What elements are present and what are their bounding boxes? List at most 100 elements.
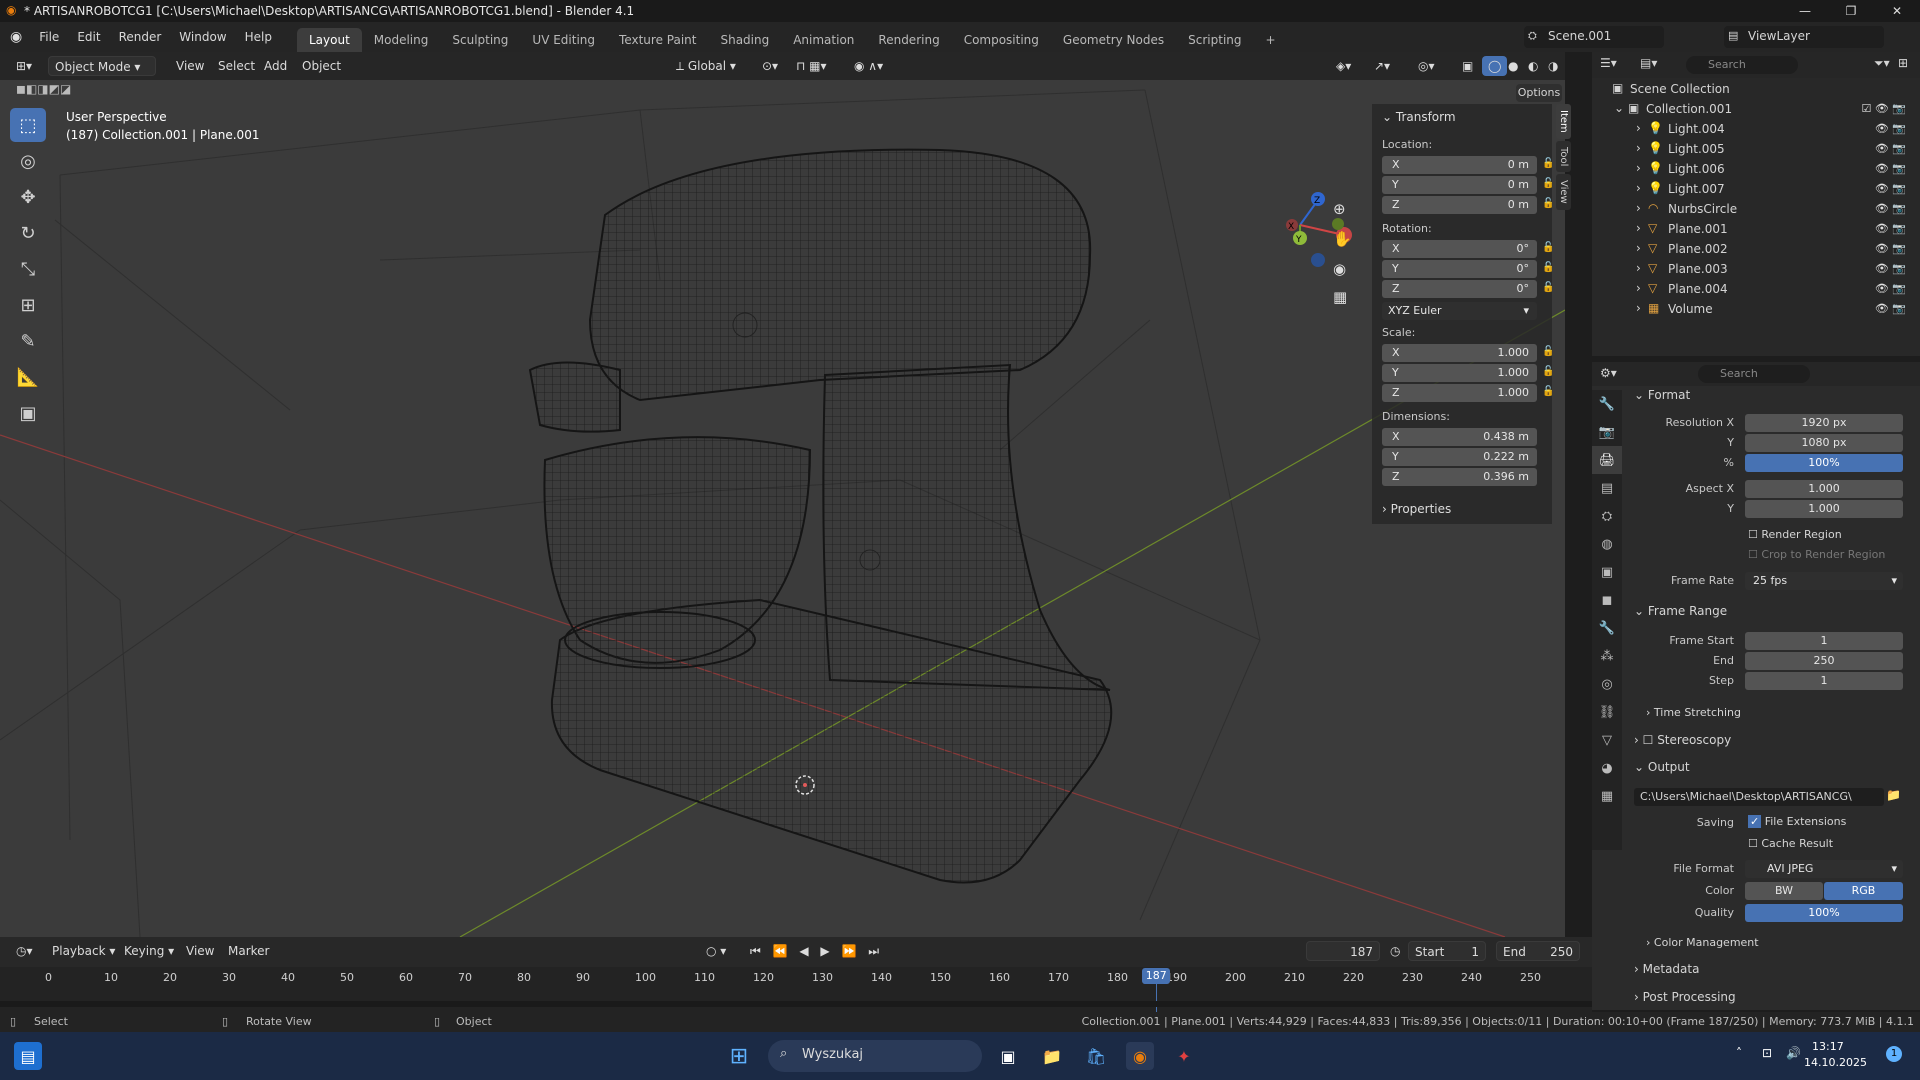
store-icon[interactable]: 🛍 [1082, 1042, 1110, 1070]
particles-tab-icon[interactable]: ⁂ [1592, 642, 1622, 670]
lock-icon[interactable]: 🔓 [1542, 346, 1554, 357]
lock-icon[interactable]: 🔓 [1542, 262, 1554, 273]
expand-icon[interactable]: › [1636, 181, 1641, 195]
visibility-toggles[interactable]: 👁 📷 [1875, 282, 1906, 295]
ortho-grid-icon[interactable]: ▦ [1333, 288, 1347, 306]
object-tab-icon[interactable]: ◼ [1592, 586, 1622, 614]
preview-range-icon[interactable]: ◷ [1384, 941, 1406, 961]
add-workspace-button[interactable]: + [1254, 28, 1288, 52]
add-cube-tool-icon[interactable]: ▣ [10, 396, 46, 430]
expand-icon[interactable]: ⌄ [1614, 101, 1624, 115]
mode-dropdown[interactable]: Object Mode ▾ [48, 56, 156, 76]
view-layer-selector[interactable]: ViewLayer ▤ [1724, 26, 1884, 48]
transform-tool-icon[interactable]: ⊞ [10, 288, 46, 322]
frame-end-field[interactable]: 250 [1745, 652, 1903, 670]
expand-icon[interactable]: › [1636, 221, 1641, 235]
visibility-icon[interactable]: ◈▾ [1330, 56, 1357, 76]
auto-keying-icon[interactable]: ○ ▾ [700, 941, 732, 961]
lock-icon[interactable]: 🔓 [1542, 282, 1554, 293]
outliner-search[interactable]: Search [1686, 56, 1798, 74]
render-tab-icon[interactable]: 📷 [1592, 418, 1622, 446]
move-tool-icon[interactable]: ✥ [10, 180, 46, 214]
scene-collection-row[interactable]: ▣ Scene Collection [1592, 80, 1920, 100]
gizmo-icon[interactable]: ↗▾ [1368, 56, 1396, 76]
tab-animation[interactable]: Animation [781, 28, 866, 52]
app-taskbar-icon[interactable]: ✦ [1170, 1042, 1198, 1070]
timeline-ruler[interactable]: 0 10 20 30 40 50 60 70 80 90 100 110 120 130 140 150 160… [0, 967, 1592, 1012]
outliner-item[interactable]: › 💡 Light.004 👁 📷 [1592, 120, 1920, 140]
lock-icon[interactable]: 🔓 [1542, 178, 1554, 189]
file-extensions-checkbox[interactable]: ✓ File Extensions [1748, 815, 1846, 828]
clock-time[interactable]: 13:17 [1812, 1040, 1844, 1053]
measure-tool-icon[interactable]: 📐 [10, 360, 46, 394]
aspect-y-field[interactable]: 1.000 [1745, 500, 1903, 518]
modifier-tab-icon[interactable]: 🔧 [1592, 614, 1622, 642]
color-bw-button[interactable]: BW [1745, 882, 1823, 900]
cache-result-checkbox[interactable]: ☐ Cache Result [1748, 837, 1833, 850]
collection-row[interactable]: ⌄ ▣ Collection.001 ☑ 👁 📷 [1592, 100, 1920, 120]
file-explorer-icon[interactable]: 📁 [1038, 1042, 1066, 1070]
tab-item[interactable]: Item [1556, 104, 1571, 139]
location-z-field[interactable]: Z 0 m [1382, 196, 1537, 214]
cursor-tool-icon[interactable]: ◎ [10, 144, 46, 178]
camera-view-icon[interactable]: ◉ [1333, 260, 1346, 278]
menu-object[interactable]: Object [296, 56, 347, 76]
rotate-tool-icon[interactable]: ↻ [10, 216, 46, 250]
visibility-toggles[interactable]: 👁 📷 [1875, 182, 1906, 195]
options-button[interactable]: Options [1516, 84, 1562, 102]
snap-icon[interactable]: ⊓ ▦▾ [790, 56, 833, 76]
taskbar-search[interactable]: ⌕ Wyszukaj [768, 1040, 982, 1072]
tab-uv-editing[interactable]: UV Editing [520, 28, 607, 52]
lock-icon[interactable]: 🔓 [1542, 158, 1554, 169]
expand-icon[interactable]: › [1636, 301, 1641, 315]
menu-file[interactable]: File [30, 22, 68, 52]
quality-field[interactable]: 100% [1745, 904, 1903, 922]
render-region-checkbox[interactable]: ☐ Render Region [1748, 528, 1842, 541]
crop-region-checkbox[interactable]: ☐ Crop to Render Region [1748, 548, 1885, 561]
orientation-dropdown[interactable]: ⟂ Global ▾ [670, 56, 742, 76]
physics-tab-icon[interactable]: ◎ [1592, 670, 1622, 698]
menu-view[interactable]: View [170, 56, 210, 76]
select-mode-icons[interactable]: ◼◧◨◩◪ [16, 82, 71, 96]
menu-playback[interactable]: Playback ▾ [46, 941, 121, 961]
rotation-mode-dropdown[interactable]: XYZ Euler ▾ [1382, 302, 1537, 320]
constraints-tab-icon[interactable]: ⛓ [1592, 698, 1622, 726]
menu-window[interactable]: Window [170, 22, 235, 52]
tab-scripting[interactable]: Scripting [1176, 28, 1253, 52]
data-tab-icon[interactable]: ▽ [1592, 726, 1622, 754]
color-rgb-button[interactable]: RGB [1824, 882, 1903, 900]
scene-selector[interactable]: Scene.001 ⛭ [1524, 26, 1664, 48]
rotation-y-field[interactable]: Y 0° [1382, 260, 1537, 278]
outliner-item[interactable]: › 💡 Light.006 👁 📷 [1592, 160, 1920, 180]
overlay-icon[interactable]: ◎▾ [1412, 56, 1441, 76]
transform-header[interactable]: ⌄ Transform [1382, 110, 1456, 124]
tool-tab-icon[interactable]: 🔧 [1592, 390, 1622, 418]
visibility-toggles[interactable]: 👁 📷 [1875, 162, 1906, 175]
menu-help[interactable]: Help [236, 22, 281, 52]
properties-search[interactable]: Search [1698, 365, 1810, 383]
step-field[interactable]: 1 [1745, 672, 1903, 690]
location-y-field[interactable]: Y 0 m [1382, 176, 1537, 194]
tab-geometry-nodes[interactable]: Geometry Nodes [1051, 28, 1176, 52]
metadata-header[interactable]: › Metadata [1634, 962, 1699, 976]
collection-tab-icon[interactable]: ▣ [1592, 558, 1622, 586]
menu-add[interactable]: Add [258, 56, 293, 76]
post-processing-header[interactable]: › Post Processing [1634, 990, 1736, 1004]
outliner-item[interactable]: › ▦ Volume 👁 📷 [1592, 300, 1920, 320]
menu-keying[interactable]: Keying ▾ [118, 941, 180, 961]
visibility-toggles[interactable]: 👁 📷 [1875, 262, 1906, 275]
output-tab-icon[interactable]: 🖨 [1592, 446, 1622, 474]
rotation-x-field[interactable]: X 0° [1382, 240, 1537, 258]
current-frame-field[interactable]: 187 [1306, 941, 1380, 961]
lock-icon[interactable]: 🔓 [1542, 242, 1554, 253]
format-section-header[interactable]: ⌄ Format [1634, 388, 1690, 402]
properties-header[interactable]: › Properties [1382, 502, 1451, 516]
dimensions-z-field[interactable]: Z 0.396 m [1382, 468, 1537, 486]
tray-chevron-icon[interactable]: ˄ [1736, 1046, 1742, 1060]
menu-edit[interactable]: Edit [68, 22, 109, 52]
visibility-toggles[interactable]: 👁 📷 [1875, 302, 1906, 315]
outliner-item[interactable]: › ▽ Plane.001 👁 📷 [1592, 220, 1920, 240]
3d-viewport[interactable]: Z Y X User Perspective (187) Collection.… [0, 80, 1565, 937]
notification-badge[interactable]: 1 [1886, 1046, 1902, 1062]
resolution-y-field[interactable]: 1080 px [1745, 434, 1903, 452]
